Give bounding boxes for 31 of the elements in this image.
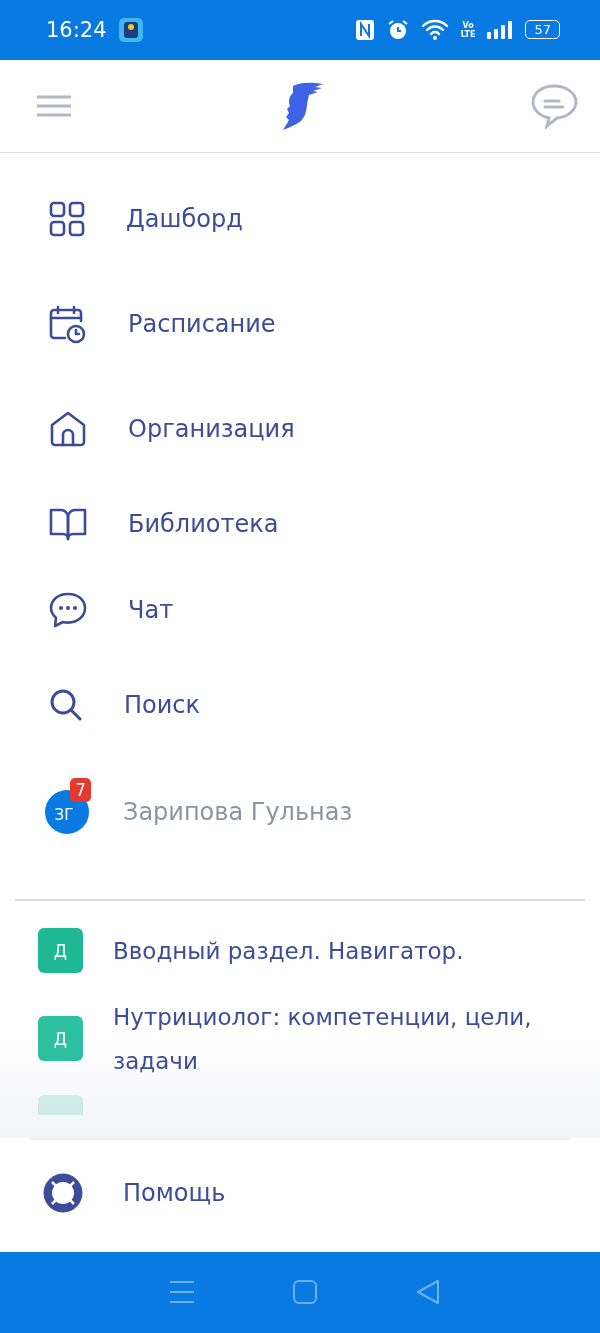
signal-icon [487, 19, 514, 40]
network-type-label: Vo LTE [460, 20, 476, 39]
nfc-icon [354, 18, 375, 41]
course-badge: Д [38, 1016, 83, 1062]
lifebuoy-icon [43, 1172, 83, 1213]
grid-icon [48, 200, 86, 239]
back-icon[interactable] [415, 1279, 442, 1306]
help-link[interactable]: Помощь [123, 1178, 226, 1207]
course-title[interactable]: Нутрициолог: компетенции, цели, задачи [113, 994, 573, 1083]
menu-item[interactable]: Библиотека [128, 510, 279, 539]
calendar-clock-icon [48, 303, 88, 344]
course-title[interactable]: Вводный раздел. Навигатор. [113, 928, 573, 973]
menu-item[interactable]: Расписание [128, 309, 276, 338]
battery-level: 57 [525, 20, 560, 40]
menu-item[interactable]: Организация [128, 414, 295, 443]
alarm-icon [386, 18, 409, 41]
app-notification-icon [118, 17, 143, 42]
menu-item[interactable]: Поиск [124, 691, 201, 720]
chat-bubble-icon [48, 591, 88, 630]
status-time: 16:24 [46, 17, 107, 42]
home-button-icon[interactable] [292, 1279, 318, 1306]
notification-count: 7 [70, 778, 91, 803]
menu-item[interactable]: Дашборд [126, 205, 243, 234]
menu-icon[interactable] [36, 94, 72, 118]
course-badge: Д [38, 928, 83, 974]
wifi-icon [420, 18, 449, 41]
menu-item[interactable]: Чат [128, 596, 174, 625]
chat-icon[interactable] [530, 83, 578, 129]
book-icon [48, 506, 88, 543]
house-icon [48, 409, 88, 448]
recent-apps-icon[interactable] [168, 1280, 195, 1305]
